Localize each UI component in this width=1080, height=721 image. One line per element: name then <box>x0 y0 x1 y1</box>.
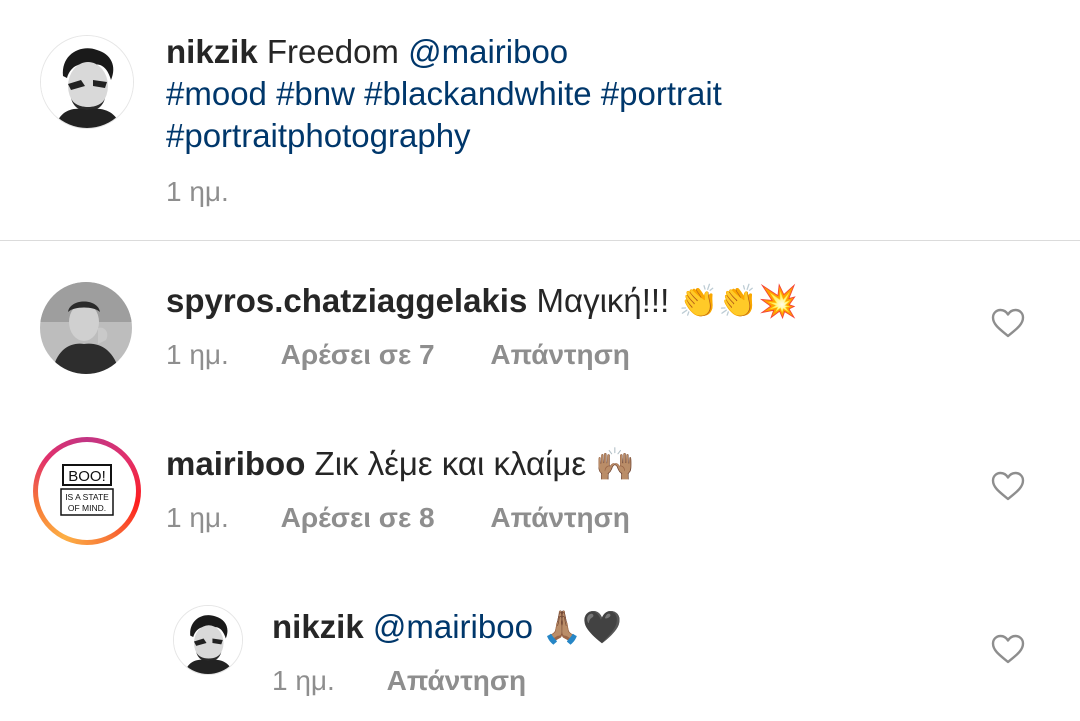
boo-logo-line-1: IS A STATE <box>65 492 109 502</box>
reply-like-button[interactable] <box>991 634 1025 664</box>
profile-photo-icon <box>174 606 242 674</box>
reply-avatar[interactable] <box>173 605 243 675</box>
profile-photo-icon <box>41 36 133 128</box>
caption-mention[interactable]: @mairiboo <box>408 33 568 70</box>
comment-2-likes[interactable]: Αρέσει σε 8 <box>281 502 435 533</box>
comment-1-line: spyros.chatziaggelakis Μαγική!!! 👏👏💥 <box>166 280 798 322</box>
comment-1-reply-button[interactable]: Απάντηση <box>490 339 630 370</box>
comment-2-line: mairiboo Ζικ λέμε και κλαίμε 🙌🏽 <box>166 443 635 485</box>
caption-divider <box>0 240 1080 241</box>
heart-outline-icon <box>991 471 1025 501</box>
reply-mention[interactable]: @mairiboo <box>373 608 533 645</box>
reply-line: nikzik @mairiboo 🙏🏽🖤 <box>272 606 622 648</box>
reply-timestamp: 1 ημ. <box>272 665 335 696</box>
comment-2-reply-button[interactable]: Απάντηση <box>490 502 630 533</box>
boo-logo-title: BOO! <box>68 468 106 485</box>
comment-2-text: Ζικ λέμε και κλαίμε <box>314 445 587 482</box>
comment-1-avatar[interactable] <box>40 282 132 374</box>
heart-outline-icon <box>991 634 1025 664</box>
comment-1-meta: 1 ημ. Αρέσει σε 7 Απάντηση <box>166 339 630 371</box>
reply-reply-button[interactable]: Απάντηση <box>387 665 527 696</box>
profile-photo-icon <box>40 282 132 374</box>
boo-logo-icon: BOO! IS A STATE OF MIND. <box>43 447 131 535</box>
caption-hashtags-2[interactable]: #portraitphotography <box>166 115 471 157</box>
caption-author-avatar[interactable] <box>40 35 134 129</box>
comment-1-text: Μαγική!!! <box>536 282 670 319</box>
reply-meta: 1 ημ. Απάντηση <box>272 665 526 697</box>
heart-outline-icon <box>991 308 1025 338</box>
comment-1-timestamp: 1 ημ. <box>166 339 229 370</box>
comment-2-meta: 1 ημ. Αρέσει σε 8 Απάντηση <box>166 502 630 534</box>
comment-2-timestamp: 1 ημ. <box>166 502 229 533</box>
caption-username[interactable]: nikzik <box>166 33 258 70</box>
comment-2-emoji: 🙌🏽 <box>595 446 636 482</box>
comment-1-like-button[interactable] <box>991 308 1025 338</box>
comment-2-avatar[interactable]: BOO! IS A STATE OF MIND. <box>43 447 131 535</box>
comment-1-username[interactable]: spyros.chatziaggelakis <box>166 282 527 319</box>
caption-hashtags-1[interactable]: #mood #bnw #blackandwhite #portrait <box>166 73 722 115</box>
comment-2-like-button[interactable] <box>991 471 1025 501</box>
comment-2-username[interactable]: mairiboo <box>166 445 305 482</box>
caption-timestamp: 1 ημ. <box>166 176 229 207</box>
comment-1-emoji: 👏👏💥 <box>678 283 798 319</box>
boo-logo-line-2: OF MIND. <box>68 503 106 513</box>
caption-text: Freedom <box>266 33 399 70</box>
reply-emoji: 🙏🏽🖤 <box>542 609 622 645</box>
reply-username[interactable]: nikzik <box>272 608 364 645</box>
comment-1-likes[interactable]: Αρέσει σε 7 <box>281 339 435 370</box>
caption-line-1: nikzik Freedom @mairiboo <box>166 31 568 73</box>
